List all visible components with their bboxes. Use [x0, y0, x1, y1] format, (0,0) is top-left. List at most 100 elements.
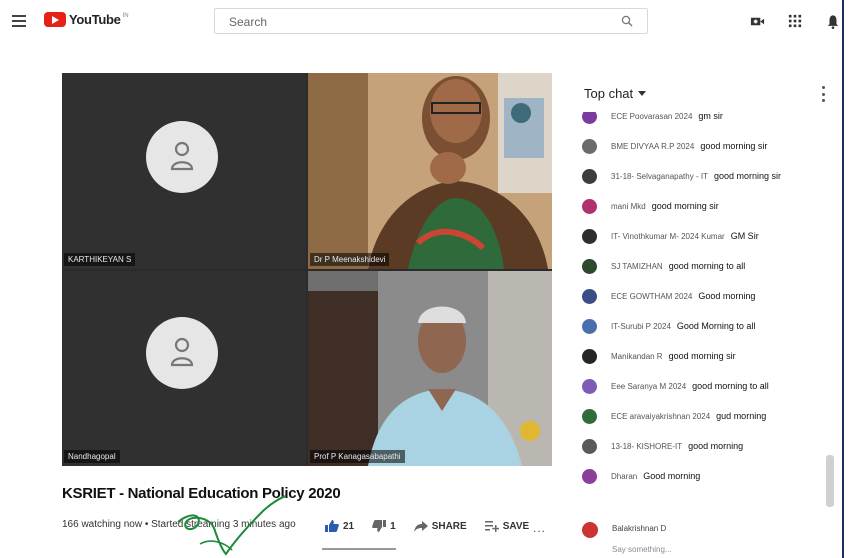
- participant-name: KARTHIKEYAN S: [64, 253, 136, 266]
- chat-message-text: gud morning: [716, 411, 767, 421]
- chat-message[interactable]: 31-18- Selvaganapathy - IT good morning s…: [582, 166, 822, 186]
- create-video-icon[interactable]: [749, 13, 765, 29]
- chat-author-name: IT-Surubi P 2024: [611, 321, 671, 331]
- avatar: [582, 318, 597, 334]
- chat-author-name: ECE aravaiyakrishnan 2024: [611, 411, 711, 421]
- handwritten-signature: [177, 495, 287, 556]
- notifications-bell-icon[interactable]: [825, 13, 841, 29]
- avatar: [582, 198, 597, 214]
- avatar: [146, 121, 218, 193]
- participant-name: Nandhagopal: [64, 450, 120, 463]
- thumbs-up-icon: [325, 520, 339, 532]
- chat-message-text: good morning sir: [713, 171, 781, 181]
- youtube-play-icon: [44, 12, 66, 27]
- chat-author-name: Dharan: [611, 471, 638, 481]
- chat-message-input[interactable]: [612, 542, 812, 556]
- share-icon: [413, 521, 428, 532]
- chat-message[interactable]: BME DIVYAA R.P 2024 good morning sir: [582, 136, 822, 156]
- playlist-add-icon: [484, 521, 499, 532]
- chat-message[interactable]: Eee Saranya M 2024 good morning to all: [582, 376, 822, 396]
- logo-text: YouTube: [69, 12, 121, 27]
- chat-scrollbar[interactable]: [826, 455, 834, 507]
- chat-author-name: mani Mkd: [611, 201, 646, 211]
- chat-composer: Balakrishnan D: [582, 518, 832, 558]
- chat-message[interactable]: ECE aravaiyakrishnan 2024 gud morning: [582, 406, 822, 426]
- logo-country-code: IN: [122, 12, 129, 19]
- chat-message-text: good morning sir: [700, 141, 768, 151]
- participant-name: Dr P Meenakshidevi: [310, 253, 390, 266]
- avatar: [146, 317, 218, 389]
- dislike-count: 1: [390, 520, 396, 532]
- avatar: [582, 168, 597, 184]
- participant-tile: Nandhagopal: [62, 271, 306, 466]
- dislike-button[interactable]: 1: [372, 520, 396, 532]
- chat-author-name: Eee Saranya M 2024: [611, 381, 687, 391]
- chat-message-text: good morning: [688, 441, 744, 451]
- share-button[interactable]: SHARE: [413, 520, 467, 532]
- chat-message[interactable]: 13-18- KISHORE-IT good morning: [582, 436, 822, 456]
- youtube-logo[interactable]: YouTube IN: [44, 12, 129, 27]
- chat-message[interactable]: ECE Poovarasan 2024 gm sir: [582, 112, 822, 126]
- chat-author-name: ECE Poovarasan 2024: [611, 112, 693, 121]
- chat-message-list[interactable]: ECE Poovarasan 2024 gm sir BME DIVYAA R.P …: [582, 112, 822, 498]
- chat-message-text: good morning to all: [692, 381, 769, 391]
- chat-message[interactable]: ECE GOWTHAM 2024 Good morning: [582, 286, 822, 306]
- chat-author-name: ECE GOWTHAM 2024: [611, 291, 693, 301]
- chat-message-text: gm sir: [698, 112, 723, 121]
- thumbs-down-icon: [372, 520, 387, 532]
- participant-tile: Dr P Meenakshidevi: [308, 73, 552, 269]
- avatar: [582, 378, 597, 394]
- avatar: [582, 438, 597, 454]
- avatar: [582, 228, 597, 244]
- chat-mode-dropdown[interactable]: Top chat: [584, 86, 647, 101]
- chat-message[interactable]: IT- Vinothkumar M- 2024 Kumar GM Sir: [582, 226, 822, 246]
- save-button[interactable]: SAVE: [484, 520, 530, 532]
- sentiment-bar: [322, 548, 396, 550]
- save-label: SAVE: [502, 520, 530, 532]
- person-icon: [170, 141, 194, 171]
- chat-author-name: Manikandan R: [611, 351, 663, 361]
- search-box[interactable]: [214, 8, 648, 34]
- composer-author-name: Balakrishnan D: [612, 524, 667, 533]
- participant-name: Prof P Kanagasabapathi: [310, 450, 405, 463]
- like-button[interactable]: 21: [325, 520, 354, 532]
- header-actions: [749, 13, 841, 29]
- chat-message[interactable]: SJ TAMIZHAN good morning to all: [582, 256, 822, 276]
- video-player[interactable]: KARTHIKEYAN S Dr P Meenakshidevi Nandhag…: [62, 73, 552, 466]
- apps-grid-icon[interactable]: [787, 13, 803, 29]
- menu-icon[interactable]: [12, 15, 26, 27]
- chat-message[interactable]: Dharan Good morning: [582, 466, 822, 486]
- avatar: [582, 468, 597, 484]
- chat-message-text: good morning sir: [651, 201, 719, 211]
- live-chat-panel: Top chat ECE Poovarasan 2024 gm sir BME DI…: [570, 72, 840, 558]
- avatar: [582, 408, 597, 424]
- more-vert-icon[interactable]: [820, 86, 826, 102]
- chat-message[interactable]: Manikandan R good morning sir: [582, 346, 822, 366]
- chevron-down-icon: [638, 91, 647, 96]
- top-bar: YouTube IN: [0, 0, 851, 48]
- chat-message-text: Good morning: [643, 471, 701, 481]
- chat-message-text: Good Morning to all: [676, 321, 756, 331]
- avatar: [582, 258, 597, 274]
- person-icon: [170, 337, 194, 367]
- camera-feed: [308, 271, 552, 466]
- chat-header-title: Top chat: [584, 86, 634, 101]
- share-label: SHARE: [431, 520, 467, 532]
- participant-tile: Prof P Kanagasabapathi: [308, 271, 552, 466]
- search-icon[interactable]: [621, 15, 633, 27]
- search-input[interactable]: [229, 13, 609, 31]
- chat-message-text: Good morning: [698, 291, 756, 301]
- participant-tile: KARTHIKEYAN S: [62, 73, 306, 269]
- chat-message[interactable]: IT-Surubi P 2024 Good Morning to all: [582, 316, 822, 336]
- video-actions: 21 1 SHARE SAVE: [325, 520, 547, 532]
- chat-message-text: good morning sir: [668, 351, 736, 361]
- chat-message[interactable]: mani Mkd good morning sir: [582, 196, 822, 216]
- more-actions-button[interactable]: ...: [533, 521, 546, 535]
- avatar: [582, 138, 597, 154]
- chat-author-name: IT- Vinothkumar M- 2024 Kumar: [611, 231, 725, 241]
- chat-author-name: SJ TAMIZHAN: [611, 261, 663, 271]
- avatar: [582, 288, 597, 304]
- chat-message-text: GM Sir: [730, 231, 759, 241]
- chat-author-name: 13-18- KISHORE-IT: [611, 441, 683, 451]
- like-count: 21: [343, 520, 355, 532]
